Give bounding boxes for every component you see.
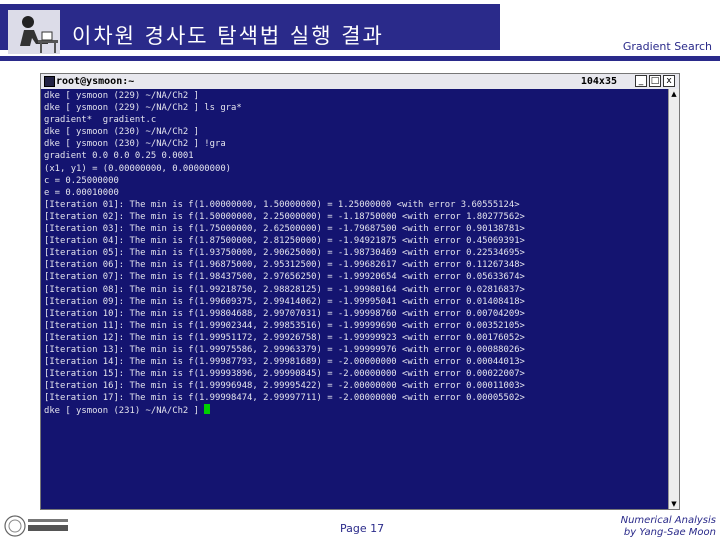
terminal-output: dke [ ysmoon (229) ~/NA/Ch2 ] dke [ ysmo… [44,90,525,417]
terminal-line: dke [ ysmoon (230) ~/NA/Ch2 ] [44,127,199,138]
terminal-line: [Iteration 07]: The min is f(1.98437500,… [44,272,525,283]
terminal-window[interactable]: root@ysmoon:~ 104x35 _ □ x dke [ ysmoon … [40,73,680,510]
page-number: Page 17 [340,522,385,535]
section-name: Gradient Search [622,40,712,53]
footer-author: by Yang-Sae Moon [623,527,716,538]
person-at-desk-icon [8,10,60,54]
close-button[interactable]: x [663,75,675,87]
scroll-down-arrow-icon[interactable]: ▼ [669,499,679,509]
header-rule [0,56,720,61]
terminal-line: [Iteration 10]: The min is f(1.99804688,… [44,308,525,319]
slide-title: 이차원 경사도 탐색법 실행 결과 [72,24,384,48]
maximize-button[interactable]: □ [649,75,661,87]
university-seal-icon [4,515,68,537]
minimize-button[interactable]: _ [635,75,647,87]
terminal-titlebar[interactable]: root@ysmoon:~ 104x35 _ □ x [41,74,679,89]
terminal-line: [Iteration 05]: The min is f(1.93750000,… [44,248,525,259]
terminal-line: [Iteration 16]: The min is f(1.99996948,… [44,381,525,392]
terminal-prompt: dke [ ysmoon (231) ~/NA/Ch2 ] [44,406,205,417]
footer-note: Numerical Analysis by Yang-Sae Moon [621,515,716,539]
slide-header: 이차원 경사도 탐색법 실행 결과 Gradient Search [0,0,720,56]
terminal-line: e = 0.00010000 [44,187,119,198]
terminal-line: [Iteration 03]: The min is f(1.75000000,… [44,224,525,235]
terminal-line: [Iteration 09]: The min is f(1.99609375,… [44,296,525,307]
terminal-line: dke [ ysmoon (229) ~/NA/Ch2 ] ls gra* [44,103,242,114]
scroll-up-arrow-icon[interactable]: ▲ [669,89,679,99]
terminal-line: dke [ ysmoon (230) ~/NA/Ch2 ] !gra [44,139,226,150]
terminal-screen[interactable]: dke [ ysmoon (229) ~/NA/Ch2 ] dke [ ysmo… [41,89,668,509]
terminal-line: c = 0.25000000 [44,175,119,186]
terminal-prompt-line[interactable]: dke [ ysmoon (231) ~/NA/Ch2 ] [44,404,525,416]
terminal-line: [Iteration 12]: The min is f(1.99951172,… [44,332,525,343]
terminal-line: [Iteration 06]: The min is f(1.96875000,… [44,260,525,271]
terminal-title: root@ysmoon:~ [56,76,135,87]
terminal-line: [Iteration 01]: The min is f(1.00000000,… [44,199,520,210]
terminal-line: [Iteration 14]: The min is f(1.99987793,… [44,357,525,368]
title-bar: 이차원 경사도 탐색법 실행 결과 [0,4,500,54]
terminal-cursor [204,404,211,415]
terminal-line: dke [ ysmoon (229) ~/NA/Ch2 ] [44,91,199,101]
terminal-size: 104x35 [580,76,617,87]
terminal-line: [Iteration 13]: The min is f(1.99975586,… [44,344,525,355]
terminal-line: gradient* gradient.c [44,115,157,126]
terminal-line: [Iteration 15]: The min is f(1.99993896,… [44,369,525,380]
footer-course: Numerical Analysis [620,515,716,526]
terminal-line: [Iteration 08]: The min is f(1.99218750,… [44,284,525,295]
terminal-line: gradient 0.0 0.0 0.25 0.0001 [44,151,194,162]
terminal-line: [Iteration 11]: The min is f(1.99902344,… [44,320,525,331]
terminal-line: [Iteration 04]: The min is f(1.87500000,… [44,236,525,247]
terminal-line: [Iteration 02]: The min is f(1.50000000,… [44,211,525,222]
terminal-line: (x1, y1) = (0.00000000, 0.00000000) [44,163,232,174]
terminal-icon [44,76,55,87]
terminal-line: [Iteration 17]: The min is f(1.99998474,… [44,393,525,404]
terminal-scrollbar[interactable]: ▲ ▼ [668,89,679,509]
